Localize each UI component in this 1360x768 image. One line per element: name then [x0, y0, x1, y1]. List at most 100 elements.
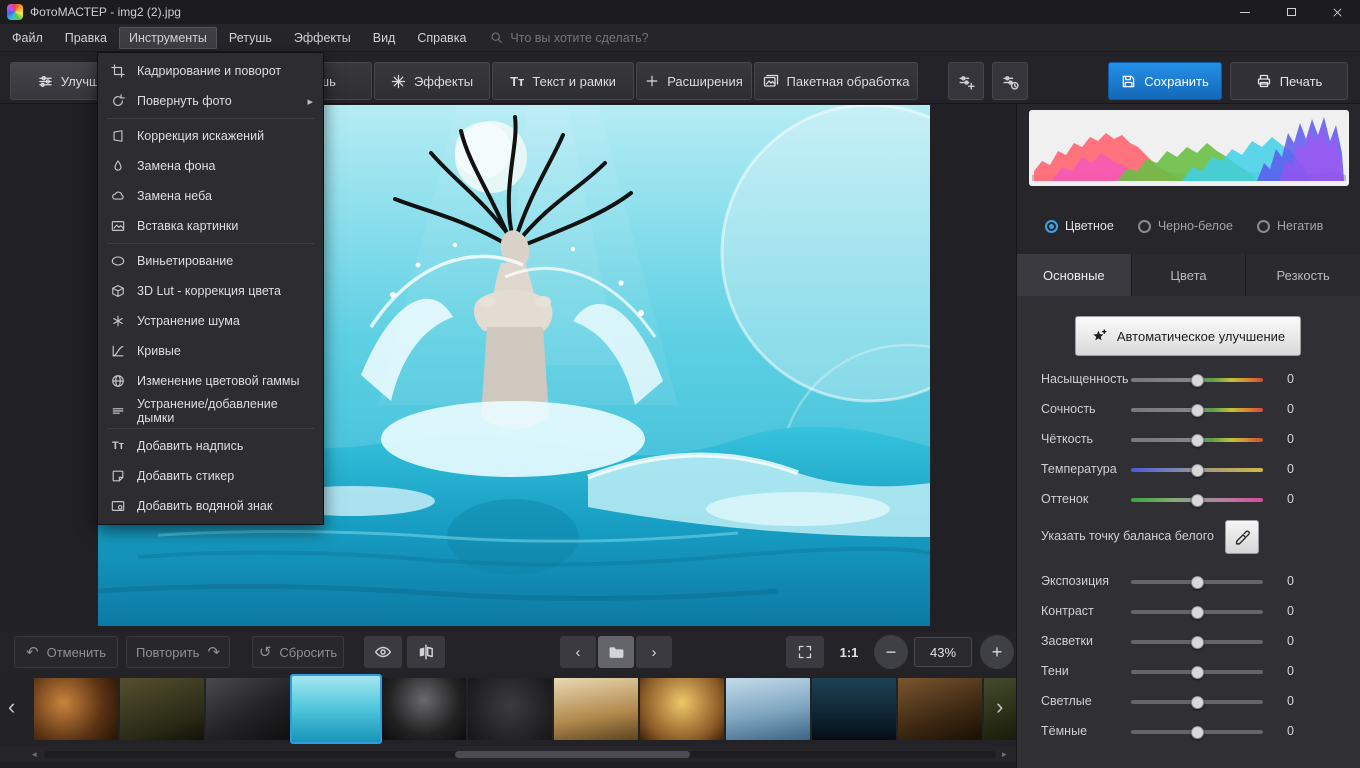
menu-help[interactable]: Справка	[407, 27, 476, 49]
clarity-slider[interactable]	[1131, 438, 1263, 442]
mode-color-radio[interactable]: Цветное	[1045, 219, 1114, 233]
filmstrip-thumbnail[interactable]	[120, 678, 204, 740]
contrast-slider[interactable]	[1131, 610, 1263, 614]
print-button[interactable]: Печать	[1230, 62, 1348, 100]
mode-bw-radio[interactable]: Черно-белое	[1138, 219, 1233, 233]
filmstrip-scroll-left[interactable]: ‹	[8, 694, 15, 720]
mode-negative-radio[interactable]: Негатив	[1257, 219, 1323, 233]
slider-handle[interactable]	[1191, 494, 1204, 507]
filmstrip-thumbnail[interactable]	[206, 678, 290, 740]
tab-colors[interactable]: Цвета	[1132, 254, 1247, 296]
command-search[interactable]: Что вы хотите сделать?	[490, 31, 648, 45]
vibrance-slider[interactable]	[1131, 408, 1263, 412]
previous-photo-button[interactable]: ‹	[560, 636, 596, 668]
blacks-slider[interactable]	[1131, 730, 1263, 734]
open-folder-button[interactable]	[598, 636, 634, 668]
slider-handle[interactable]	[1191, 726, 1204, 739]
menu-item-add-sticker[interactable]: Добавить стикер	[98, 461, 323, 491]
close-button[interactable]	[1314, 0, 1360, 24]
tint-slider[interactable]	[1131, 498, 1263, 502]
tab-batch[interactable]: Пакетная обработка	[754, 62, 918, 100]
scrollbar-track[interactable]	[44, 751, 996, 758]
scrollbar-thumb[interactable]	[455, 751, 690, 758]
maximize-button[interactable]	[1268, 0, 1314, 24]
curves-icon	[110, 343, 126, 359]
menu-item-add-watermark[interactable]: Добавить водяной знак	[98, 491, 323, 521]
tab-text-frames[interactable]: Tт Текст и рамки	[492, 62, 634, 100]
reset-button[interactable]: ↺ Сбросить	[252, 636, 344, 668]
filmstrip-scroll-right[interactable]: ›	[996, 694, 1003, 720]
filmstrip-thumbnail[interactable]	[640, 678, 724, 740]
temperature-slider[interactable]	[1131, 468, 1263, 472]
filmstrip-thumbnail[interactable]	[726, 678, 810, 740]
slider-handle[interactable]	[1191, 696, 1204, 709]
tab-extensions[interactable]: Расширения	[636, 62, 752, 100]
menu-edit[interactable]: Правка	[55, 27, 117, 49]
window-title: ФотоМАСТЕР - img2 (2).jpg	[30, 5, 181, 19]
slider-handle[interactable]	[1191, 374, 1204, 387]
undo-button[interactable]: ↶ Отменить	[14, 636, 118, 668]
filmstrip-thumbnail[interactable]	[34, 678, 118, 740]
fit-screen-button[interactable]	[786, 636, 824, 668]
menu-item-color-gamma[interactable]: Изменение цветовой гаммы	[98, 366, 323, 396]
menu-item-add-text[interactable]: Tт Добавить надпись	[98, 431, 323, 461]
menu-item-denoise[interactable]: Устранение шума	[98, 306, 323, 336]
saturation-slider[interactable]	[1131, 378, 1263, 382]
zoom-actual-size-button[interactable]: 1:1	[830, 636, 868, 668]
menu-view[interactable]: Вид	[363, 27, 406, 49]
slider-handle[interactable]	[1191, 404, 1204, 417]
menu-item-background-replace[interactable]: Замена фона	[98, 151, 323, 181]
scrollbar-right-arrow[interactable]: ▸	[1002, 749, 1007, 760]
crop-icon	[110, 63, 126, 79]
menu-item-rotate[interactable]: Повернуть фото ▸	[98, 86, 323, 116]
menu-item-3dlut[interactable]: 3D Lut - коррекция цвета	[98, 276, 323, 306]
slider-handle[interactable]	[1191, 606, 1204, 619]
menu-item-distortion[interactable]: Коррекция искажений	[98, 121, 323, 151]
next-photo-button[interactable]: ›	[636, 636, 672, 668]
scrollbar-left-arrow[interactable]: ◂	[32, 749, 37, 760]
menu-item-curves[interactable]: Кривые	[98, 336, 323, 366]
tab-effects[interactable]: Эффекты	[374, 62, 490, 100]
filmstrip-thumbnail[interactable]	[554, 678, 638, 740]
minus-icon: −	[886, 642, 897, 663]
slider-handle[interactable]	[1191, 636, 1204, 649]
slider-handle[interactable]	[1191, 434, 1204, 447]
slider-handle[interactable]	[1191, 464, 1204, 477]
slider-row-shadows: Тени 0	[1017, 656, 1360, 686]
menu-tools[interactable]: Инструменты	[119, 27, 217, 49]
exposure-slider[interactable]	[1131, 580, 1263, 584]
minimize-button[interactable]	[1222, 0, 1268, 24]
save-button[interactable]: Сохранить	[1108, 62, 1222, 100]
whites-slider[interactable]	[1131, 700, 1263, 704]
slider-handle[interactable]	[1191, 666, 1204, 679]
preview-original-button[interactable]	[364, 636, 402, 668]
zoom-level-field[interactable]: 43%	[914, 637, 972, 667]
filmstrip-thumbnail-selected[interactable]	[292, 676, 380, 742]
auto-enhance-button[interactable]: Автоматическое улучшение	[1075, 316, 1301, 356]
menu-item-dehaze[interactable]: Устранение/добавление дымки	[98, 396, 323, 426]
menu-item-crop[interactable]: Кадрирование и поворот	[98, 56, 323, 86]
zoom-out-button[interactable]: −	[874, 635, 908, 669]
shadows-slider[interactable]	[1131, 670, 1263, 674]
white-balance-picker-button[interactable]	[1225, 520, 1259, 554]
preset-add-button[interactable]	[948, 62, 984, 100]
highlights-slider[interactable]	[1131, 640, 1263, 644]
app-logo-icon	[7, 4, 23, 20]
zoom-in-button[interactable]: +	[980, 635, 1014, 669]
filmstrip-thumbnail[interactable]	[468, 678, 552, 740]
menu-item-sky-replace[interactable]: Замена неба	[98, 181, 323, 211]
preset-history-button[interactable]	[992, 62, 1028, 100]
tab-sharpness[interactable]: Резкость	[1246, 254, 1360, 296]
menu-retouch[interactable]: Ретушь	[219, 27, 282, 49]
menu-item-insert-picture[interactable]: Вставка картинки	[98, 211, 323, 241]
redo-button[interactable]: Повторить ↷	[126, 636, 230, 668]
menu-effects[interactable]: Эффекты	[284, 27, 361, 49]
filmstrip-thumbnail[interactable]	[898, 678, 982, 740]
menu-item-vignette[interactable]: Виньетирование	[98, 246, 323, 276]
filmstrip-thumbnail[interactable]	[382, 678, 466, 740]
before-after-button[interactable]	[407, 636, 445, 668]
tab-basic[interactable]: Основные	[1017, 254, 1132, 296]
menu-file[interactable]: Файл	[2, 27, 53, 49]
slider-handle[interactable]	[1191, 576, 1204, 589]
filmstrip-thumbnail[interactable]	[812, 678, 896, 740]
